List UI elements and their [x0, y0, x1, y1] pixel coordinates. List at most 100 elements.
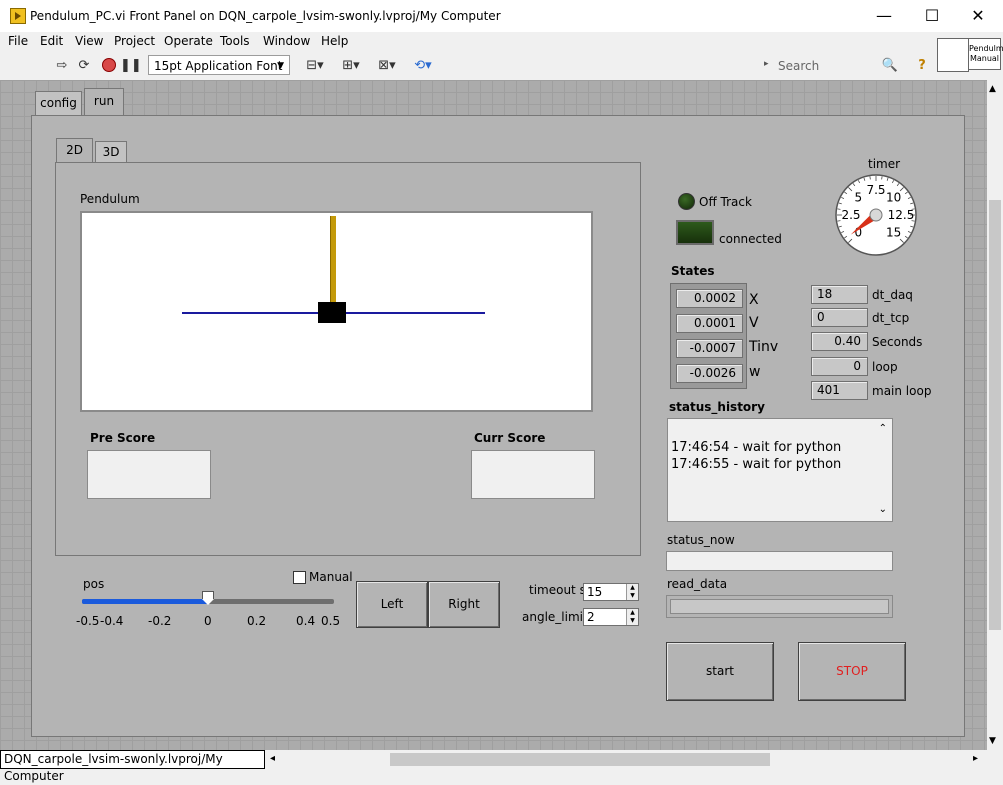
font-selector-value: 15pt Application Font [154, 59, 282, 73]
resize-icon[interactable]: ⊠▾ [374, 58, 400, 74]
menu-view[interactable]: View [75, 34, 103, 48]
state-w-value: -0.0026 [676, 364, 743, 383]
horizontal-scroll-thumb[interactable] [390, 753, 770, 766]
angle-limit-input[interactable]: 2 ▲▼ [583, 608, 639, 626]
pos-label: pos [83, 577, 104, 591]
pos-slider-fill [82, 599, 208, 604]
scroll-up-icon[interactable]: ▲ [989, 84, 996, 94]
timer-label: timer [868, 157, 900, 171]
run-arrow-icon[interactable]: ⇨ [52, 58, 72, 74]
scroll-left-icon[interactable]: ◂ [270, 753, 275, 764]
loop-value: 0 [811, 357, 868, 376]
state-tinv-label: Tinv [749, 339, 778, 355]
chevron-down-icon: ▼ [277, 56, 284, 76]
slider-tick: 0.2 [247, 614, 266, 628]
main-loop-value: 401 [811, 381, 868, 400]
timeout-stepper[interactable]: ▲▼ [626, 584, 638, 600]
read-data-frame [666, 595, 893, 618]
start-button[interactable]: start [666, 642, 774, 701]
state-tinv-value: -0.0007 [676, 339, 743, 358]
tab-run[interactable]: run [84, 88, 124, 116]
connected-led [676, 220, 714, 245]
title-bar: Pendulum_PC.vi Front Panel on DQN_carpol… [0, 0, 1003, 32]
slider-tick: 0 [204, 614, 212, 628]
search-icon[interactable]: 🔍 [880, 58, 900, 74]
angle-limit-label: angle_limit [522, 610, 588, 624]
connected-label: connected [719, 232, 782, 246]
search-input[interactable]: Search [778, 56, 878, 76]
angle-limit-stepper[interactable]: ▲▼ [626, 609, 638, 625]
timeout-label: timeout s [529, 583, 586, 597]
connector-pane-icon [937, 38, 969, 72]
menu-edit[interactable]: Edit [40, 34, 63, 48]
states-label: States [671, 264, 715, 278]
minimize-button[interactable]: — [869, 4, 899, 28]
run-continuous-icon[interactable]: ⟳ [74, 58, 94, 74]
gauge-tick-label: 2.5 [841, 208, 860, 222]
pre-score-label: Pre Score [90, 431, 155, 445]
state-x-label: X [749, 292, 759, 308]
status-now-display [666, 551, 893, 571]
menu-tools[interactable]: Tools [220, 34, 250, 48]
loop-label: loop [872, 360, 898, 374]
slider-tick: 0.5 [321, 614, 340, 628]
timeout-input[interactable]: 15 ▲▼ [583, 583, 639, 601]
gauge-tick-label: 15 [886, 226, 901, 240]
pos-slider-thumb[interactable] [202, 591, 214, 605]
menu-file[interactable]: File [8, 34, 28, 48]
manual-label: Manual [309, 570, 353, 584]
left-button[interactable]: Left [356, 581, 428, 628]
distribute-icon[interactable]: ⊞▾ [338, 58, 364, 74]
scroll-up-icon[interactable]: ⌃ [879, 423, 887, 434]
menu-window[interactable]: Window [263, 34, 310, 48]
font-selector[interactable]: 15pt Application Font ▼ [148, 55, 290, 75]
close-button[interactable]: ✕ [963, 4, 993, 28]
slider-tick: -0.5 [76, 614, 99, 628]
status-now-label: status_now [667, 533, 735, 547]
vertical-scroll-thumb[interactable] [989, 200, 1001, 630]
vi-icon-line1: Pendulm [969, 44, 1000, 54]
scroll-down-icon[interactable]: ⌄ [879, 504, 887, 515]
status-bar: DQN_carpole_lvsim-swonly.lvproj/My Compu… [0, 750, 265, 769]
right-button[interactable]: Right [428, 581, 500, 628]
state-x-value: 0.0002 [676, 289, 743, 308]
timeout-value: 15 [587, 585, 602, 599]
seconds-value: 0.40 [811, 332, 868, 351]
menu-help[interactable]: Help [321, 34, 348, 48]
history-line: 17:46:54 - wait for python [671, 440, 841, 455]
window-title: Pendulum_PC.vi Front Panel on DQN_carpol… [30, 9, 501, 23]
curr-score-label: Curr Score [474, 431, 545, 445]
pause-icon[interactable]: ❚❚ [120, 58, 140, 74]
off-track-label: Off Track [699, 195, 752, 209]
main-loop-label: main loop [872, 384, 931, 398]
dt-tcp-label: dt_tcp [872, 311, 909, 325]
search-expand-icon[interactable]: ▸ [764, 59, 769, 69]
tab-3d[interactable]: 3D [95, 141, 127, 162]
labview-app-icon [10, 8, 26, 24]
tab-config[interactable]: config [35, 91, 82, 115]
status-history-box[interactable]: 17:46:54 - wait for python 17:46:55 - wa… [667, 418, 893, 522]
read-data-display [670, 599, 889, 614]
abort-icon[interactable] [99, 58, 119, 74]
scroll-right-icon[interactable]: ▸ [973, 753, 978, 764]
status-history-label: status_history [669, 400, 765, 414]
slider-tick: -0.2 [148, 614, 171, 628]
tab-2d[interactable]: 2D [56, 138, 93, 163]
help-icon[interactable]: ? [912, 58, 932, 74]
gauge-tick-label: 7.5 [866, 183, 885, 197]
vi-icon: Pendulm Manual [968, 38, 1001, 70]
cart [318, 302, 346, 323]
stop-button[interactable]: STOP [798, 642, 906, 701]
maximize-button[interactable]: ☐ [917, 4, 947, 28]
reorder-icon[interactable]: ⟲▾ [410, 58, 436, 74]
seconds-label: Seconds [872, 335, 922, 349]
menu-operate[interactable]: Operate [164, 34, 213, 48]
gauge-tick-label: 5 [855, 190, 863, 204]
align-icon[interactable]: ⊟▾ [302, 58, 328, 74]
gauge-tick-label: 10 [886, 190, 901, 204]
angle-limit-value: 2 [587, 610, 595, 624]
state-w-label: w [749, 364, 760, 380]
scroll-down-icon[interactable]: ▼ [989, 736, 996, 746]
menu-project[interactable]: Project [114, 34, 155, 48]
manual-checkbox[interactable] [293, 571, 306, 584]
